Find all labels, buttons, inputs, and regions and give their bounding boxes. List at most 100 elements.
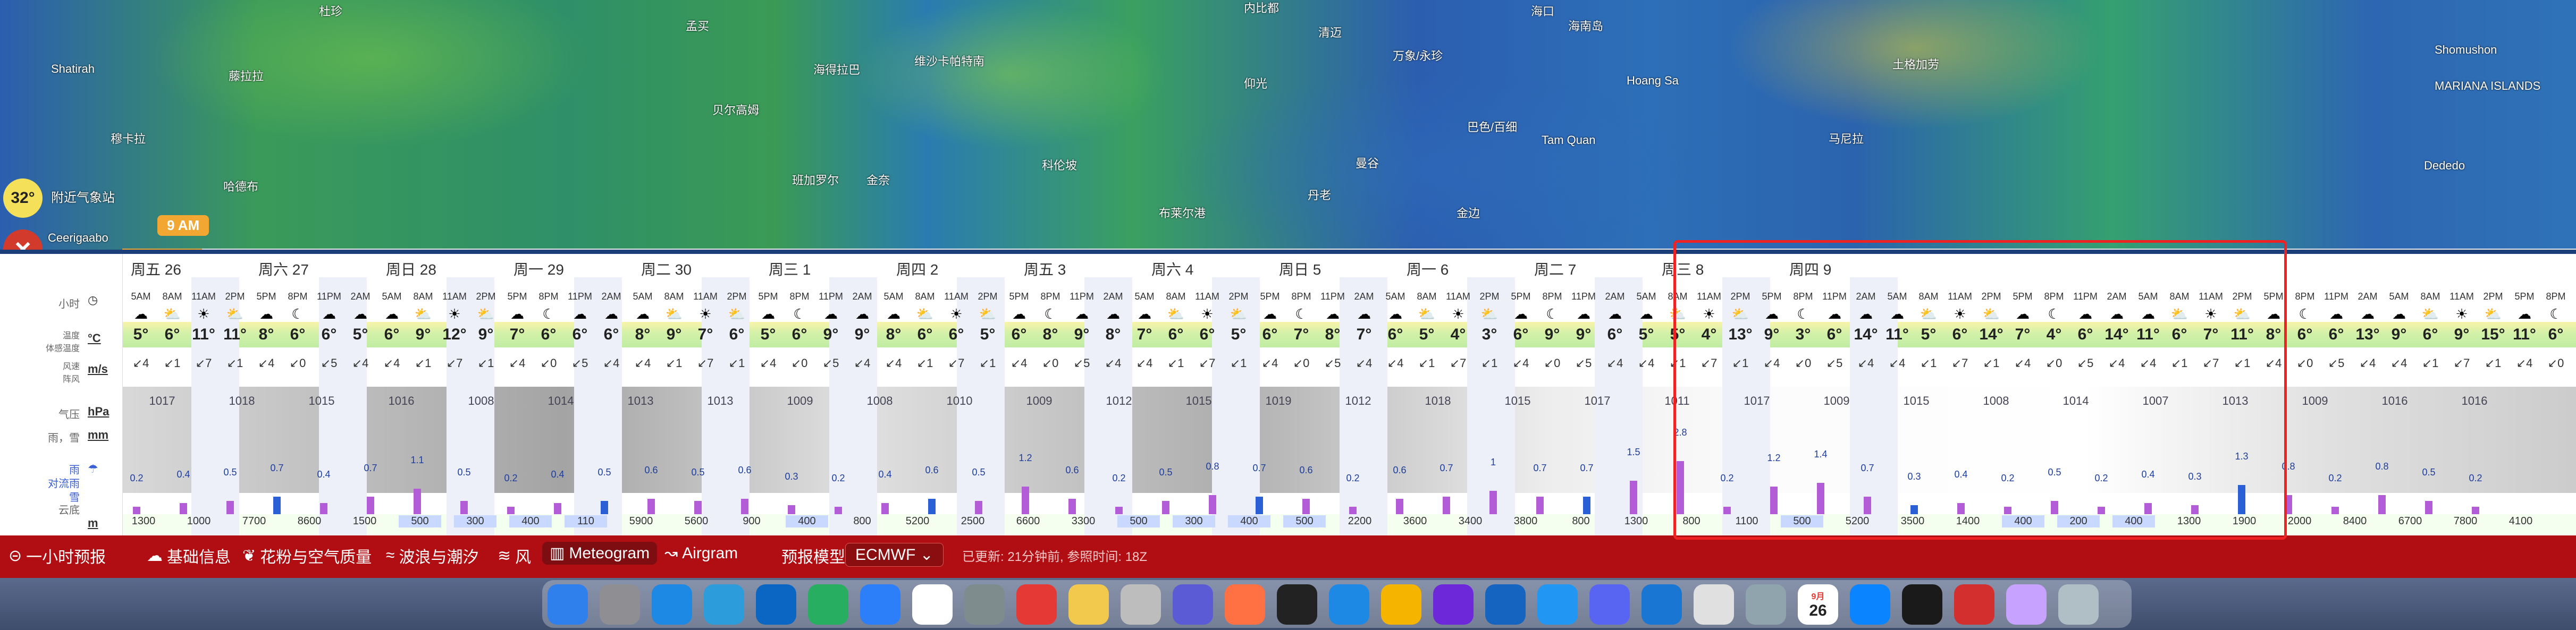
temperature-value: 6° xyxy=(729,326,745,343)
cloud-base-value: 3300 xyxy=(1071,515,1096,527)
precip-value: 0.5 xyxy=(223,467,237,478)
weather-icon: ⛅ xyxy=(163,306,181,322)
precip-bar xyxy=(881,503,889,514)
tab-meteogram[interactable]: ▥ Meteogram xyxy=(542,542,658,565)
temperature-value: 6° xyxy=(948,326,964,343)
dock-app-activity[interactable] xyxy=(1902,584,1942,625)
dock-app-preview[interactable] xyxy=(1121,584,1161,625)
dock-app-netease-music[interactable] xyxy=(1016,584,1057,625)
wind-value: ↙4 xyxy=(1356,356,1373,370)
dock-app-notes2[interactable] xyxy=(1694,584,1734,625)
dock-app-trash[interactable] xyxy=(2058,584,2099,625)
dock-app-firefox[interactable] xyxy=(1225,584,1265,625)
precip-bar xyxy=(1630,481,1637,514)
cloud-base-value: 8400 xyxy=(2343,515,2367,527)
tab-waves[interactable]: ≈ 波浪与潮汐 xyxy=(386,544,478,567)
day-header: 周一 29 xyxy=(513,261,564,278)
dock-app-wechat[interactable] xyxy=(808,584,848,625)
dock-app-mail[interactable] xyxy=(704,584,744,625)
temperature-value: 6° xyxy=(792,326,807,343)
tab-pollen[interactable]: ❦ 花粉与空气质量 xyxy=(242,544,372,567)
precip-bar xyxy=(320,503,327,514)
dock-app-feedback[interactable] xyxy=(1433,584,1474,625)
dock-app-wps[interactable] xyxy=(1954,584,1994,625)
weather-icon: ⛅ xyxy=(477,306,495,322)
cloud-unit-toggle[interactable]: m xyxy=(88,516,98,530)
cloud-base-value: 5200 xyxy=(905,515,930,527)
pressure-value: 1012 xyxy=(1345,394,1371,407)
nearby-stations-link[interactable]: 附近气象站 xyxy=(51,187,115,206)
precip-bar xyxy=(975,501,982,514)
temp-unit-toggle[interactable]: °C xyxy=(88,331,101,345)
hour-label: 5AM xyxy=(131,291,151,302)
cloud-base-value: 2500 xyxy=(961,515,985,527)
temperature-value: 8° xyxy=(1325,326,1341,343)
tab-basic[interactable]: ☁ 基础信息 xyxy=(147,544,231,567)
dock-app-discord[interactable] xyxy=(1589,584,1630,625)
temperature-value: 6° xyxy=(1513,326,1529,343)
tab-airgram[interactable]: ↝ Airgram xyxy=(664,544,738,563)
temperature-value: 3° xyxy=(1481,326,1497,343)
pressure-value: 1015 xyxy=(1504,394,1531,407)
precip-bar xyxy=(835,507,842,514)
dock-app-lark[interactable] xyxy=(860,584,900,625)
wind-value: ↙4 xyxy=(1387,356,1404,370)
dock-app-launchpad[interactable] xyxy=(600,584,640,625)
weather-map[interactable]: Shatirah 杜珍 藤拉拉 穆卡拉 哈德布 Ceerigaabo 孟买 海得… xyxy=(0,0,2576,250)
temperature-value: 6° xyxy=(2297,326,2313,343)
day-header: 周五 3 xyxy=(1024,261,1066,278)
dock-app-vpn[interactable] xyxy=(1641,584,1682,625)
dock-app-arc[interactable] xyxy=(1173,584,1213,625)
label-wind: 风速 阵风 xyxy=(62,362,80,384)
precip-value: 0.2 xyxy=(130,473,144,484)
temperature-value: 9° xyxy=(1544,326,1560,343)
precip-value: 0.7 xyxy=(364,463,377,474)
dock-app-disk[interactable] xyxy=(1746,584,1786,625)
wind-value: ↙1 xyxy=(979,356,996,370)
dock-app-calendar[interactable]: 9月 26 xyxy=(1798,584,1838,625)
wind-value: ↙4 xyxy=(854,356,871,370)
rain-unit-toggle[interactable]: mm xyxy=(88,428,108,442)
wind-value: ↙7 xyxy=(697,356,714,370)
wind-value: ↙4 xyxy=(1638,356,1655,370)
cloud-base-value: 6600 xyxy=(1016,515,1040,527)
weather-icon: ⛅ xyxy=(1480,306,1499,322)
dock-app-chrome[interactable] xyxy=(912,584,953,625)
city-label: MARIANA ISLANDS xyxy=(2435,79,2541,92)
wind-value: ↙7 xyxy=(195,356,212,370)
dock-app-safari[interactable] xyxy=(652,584,692,625)
precip-value: 0.2 xyxy=(1346,473,1360,484)
hour-label: 8PM xyxy=(2546,291,2566,302)
dock-app-vs-code[interactable] xyxy=(756,584,796,625)
model-select[interactable]: ECMWF ⌄ xyxy=(845,543,944,567)
dock-app-notebook[interactable] xyxy=(1381,584,1421,625)
precip-bar xyxy=(1536,497,1544,514)
precip-value: 0.6 xyxy=(1065,465,1079,476)
wind-unit-toggle[interactable]: m/s xyxy=(88,362,108,376)
label-cloud-base: 云底 xyxy=(58,505,80,516)
tab-wind[interactable]: ≋ 风 xyxy=(498,544,531,567)
hour-label: 8AM xyxy=(915,291,935,302)
wind-value: ↙7 xyxy=(2453,356,2470,370)
time-tag[interactable]: 9 AM xyxy=(157,215,209,236)
pressure-value: 1018 xyxy=(1425,394,1451,407)
dock-app-finder[interactable] xyxy=(548,584,588,625)
label-temp: 温度 体感温度 xyxy=(45,331,80,353)
dock-app-mail-app[interactable] xyxy=(1537,584,1578,625)
pressure-value: 1012 xyxy=(1106,394,1132,407)
temperature-value: 9° xyxy=(1074,326,1090,343)
dock-app-edge[interactable] xyxy=(1850,584,1890,625)
wind-value: ↙1 xyxy=(916,356,933,370)
precip-value: 1.2 xyxy=(1018,453,1032,464)
precip-bar xyxy=(928,499,936,514)
precip-value: 0.5 xyxy=(457,467,471,478)
dock-app-xcode-tools[interactable] xyxy=(1485,584,1526,625)
dock-app-system-settings[interactable] xyxy=(964,584,1005,625)
dock-app-terminal[interactable] xyxy=(1277,584,1317,625)
dock-app-photos[interactable] xyxy=(2006,584,2047,625)
pressure-unit-toggle[interactable]: hPa xyxy=(88,405,109,419)
temperature-badge[interactable]: 32° xyxy=(3,178,43,218)
dock-app-feishu[interactable] xyxy=(1329,584,1369,625)
tab-hourly[interactable]: ⊝ 一小时预报 xyxy=(9,544,106,567)
dock-app-notes[interactable] xyxy=(1068,584,1109,625)
